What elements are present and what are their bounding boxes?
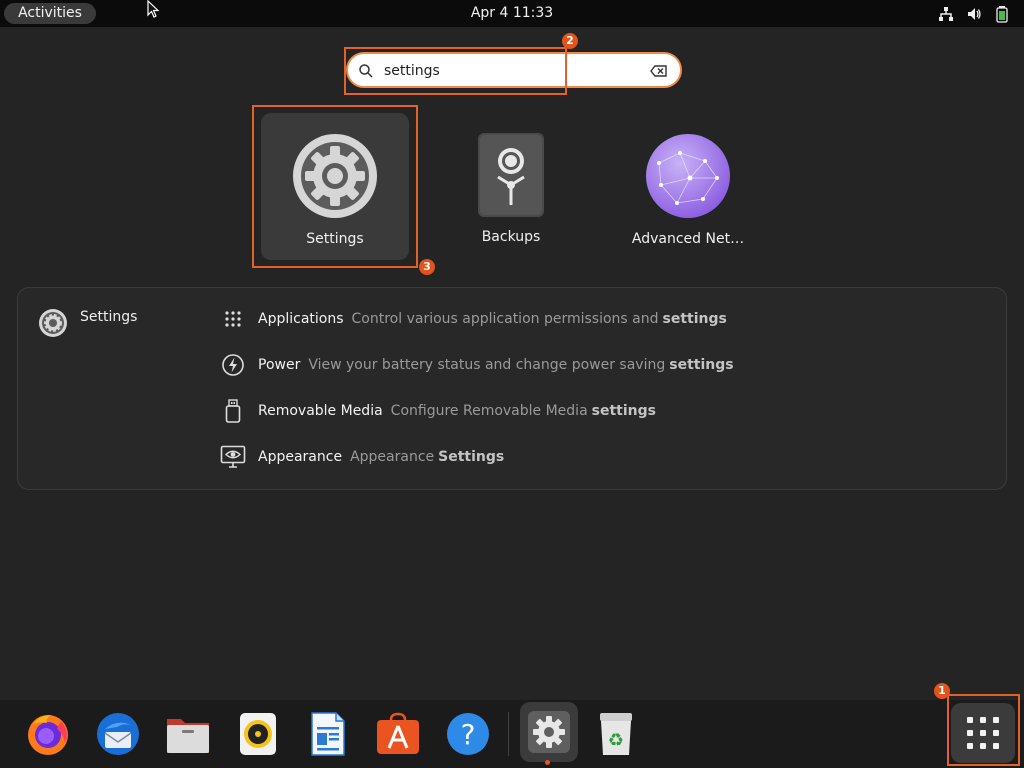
result-title: Removable Media (258, 403, 383, 419)
app-label: Advanced Net… (631, 231, 745, 247)
clear-search-icon[interactable] (650, 65, 668, 77)
appearance-display-icon (220, 445, 246, 469)
backups-safe-icon (478, 133, 544, 217)
step-badge-search: 2 (562, 33, 578, 49)
volume-icon[interactable] (966, 6, 982, 22)
network-icon[interactable] (938, 6, 954, 22)
result-keyword: Settings (438, 449, 505, 465)
svg-text:♻: ♻ (608, 730, 624, 751)
dock: ? ♻ (0, 700, 1024, 768)
clock[interactable]: Apr 4 11:33 (471, 5, 553, 21)
mouse-cursor-icon (147, 0, 160, 18)
result-title: Appearance (258, 449, 343, 465)
result-keyword: settings (662, 311, 727, 327)
help-icon: ? (447, 713, 489, 755)
result-description: View your battery status and change powe… (308, 357, 666, 373)
provider-header[interactable]: Settings (38, 308, 137, 338)
dock-firefox[interactable] (22, 708, 74, 760)
result-description: Configure Removable Media (390, 403, 588, 419)
dock-files[interactable] (162, 708, 214, 760)
result-keyword: settings (669, 357, 734, 373)
system-tray[interactable] (938, 5, 1010, 23)
battery-icon[interactable] (994, 5, 1010, 23)
power-icon (220, 353, 246, 377)
dock-separator (508, 712, 509, 756)
files-icon (167, 719, 209, 753)
dock-settings[interactable] (520, 702, 578, 762)
result-keyword: settings (591, 403, 656, 419)
show-apps-highlight-box (947, 694, 1020, 766)
result-title: Applications (258, 311, 344, 327)
dock-thunderbird[interactable] (92, 708, 144, 760)
running-indicator (545, 760, 550, 765)
dock-app-center[interactable] (372, 708, 424, 760)
settings-highlight-box (252, 105, 418, 268)
result-applications[interactable]: Applications Control various application… (220, 307, 727, 331)
app-label: Backups (481, 229, 541, 245)
result-power[interactable]: Power View your battery status and chang… (220, 353, 734, 377)
app-result-advanced-network[interactable]: Advanced Net… (614, 113, 762, 260)
dock-trash[interactable]: ♻ (590, 708, 642, 760)
trash-icon: ♻ (600, 713, 632, 755)
apps-grid-icon (220, 307, 246, 331)
result-title: Power (258, 357, 301, 373)
rhythmbox-icon (240, 713, 276, 755)
result-removable-media[interactable]: Removable Media Configure Removable Medi… (220, 399, 656, 423)
activities-button[interactable]: Activities (4, 3, 96, 24)
result-appearance[interactable]: Appearance Appearance Settings (220, 445, 504, 469)
dock-help[interactable]: ? (442, 708, 494, 760)
step-badge-show-apps: 1 (934, 683, 950, 699)
app-center-icon (377, 712, 419, 754)
settings-search-provider: Settings Applications Control various ap… (17, 287, 1007, 490)
provider-name: Settings (80, 309, 138, 325)
result-description: Control various application permissions … (351, 311, 659, 327)
firefox-icon (28, 715, 68, 755)
search-highlight-box (344, 47, 567, 95)
dock-rhythmbox[interactable] (232, 708, 284, 760)
result-description: Appearance (350, 449, 435, 465)
settings-icon (528, 711, 570, 753)
step-badge-settings: 3 (419, 259, 435, 275)
dock-libreoffice-writer[interactable] (302, 708, 354, 760)
usb-drive-icon (220, 399, 246, 423)
settings-gear-icon (39, 309, 67, 337)
app-result-backups[interactable]: Backups (437, 113, 585, 260)
thunderbird-icon (97, 713, 139, 755)
writer-icon (311, 712, 345, 756)
svg-text:?: ? (461, 718, 476, 751)
advanced-network-icon (646, 134, 730, 218)
